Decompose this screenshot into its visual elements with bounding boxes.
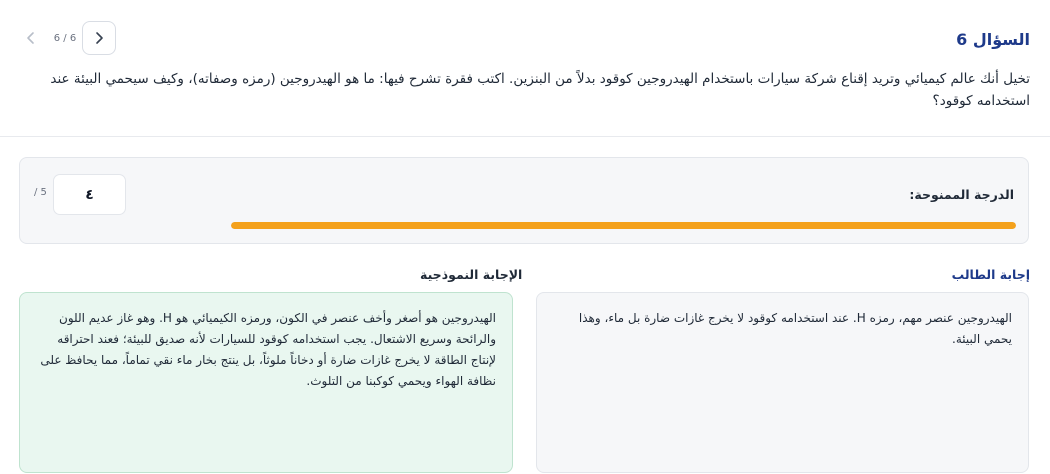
question-text: تخيل أنك عالم كيميائي وتريد إقناع شركة س… <box>50 71 1030 109</box>
score-progress-fill <box>231 222 1016 229</box>
score-label: الدرجة الممنوحة: <box>909 187 1014 202</box>
model-answer-box: الهيدروجين هو أصغر وأخف عنصر في الكون، و… <box>19 292 513 473</box>
question-title: السؤال 6 <box>956 30 1030 49</box>
score-progress-bar <box>231 222 1016 229</box>
score-input[interactable]: ٤ <box>53 174 126 215</box>
question-header: السؤال 6 6 / 6 تخيل أنك عالم كيميائي وتر… <box>0 0 1050 137</box>
previous-question-button[interactable] <box>14 21 48 55</box>
score-card: الدرجة الممنوحة: ٤ / 5 <box>19 157 1029 244</box>
next-question-button[interactable] <box>82 21 116 55</box>
student-answer-label: إجابة الطالب <box>951 267 1030 282</box>
question-navigation: 6 / 6 <box>14 21 116 55</box>
model-answer-label: الإجابة النموذجية <box>420 267 523 282</box>
question-counter: 6 / 6 <box>53 32 77 44</box>
chevron-right-icon <box>96 32 103 44</box>
chevron-left-icon <box>27 32 34 44</box>
score-max: / 5 <box>34 187 47 198</box>
student-answer-box: الهيدروجين عنصر مهم، رمزه H. عند استخدام… <box>536 292 1029 473</box>
